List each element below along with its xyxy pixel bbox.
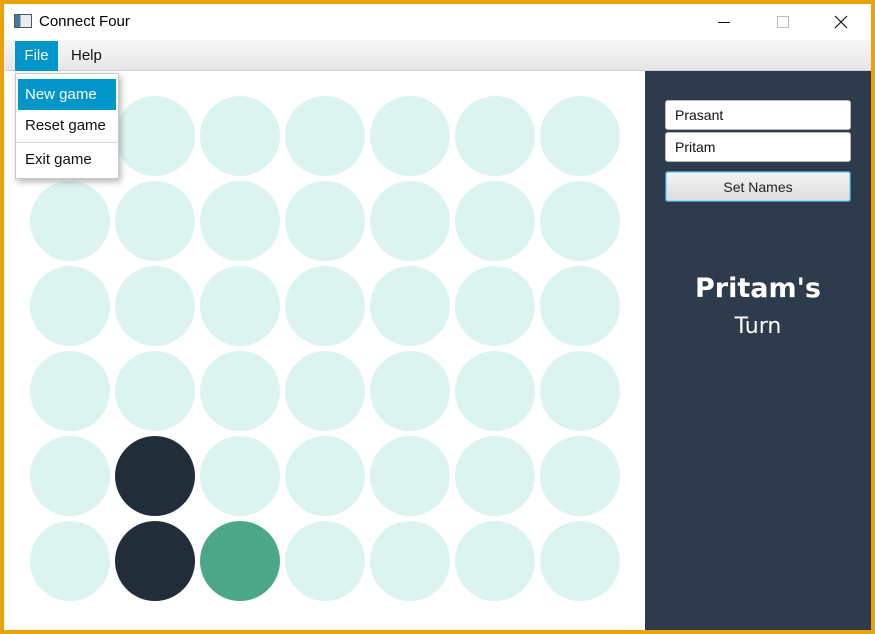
board-slot[interactable] [370, 266, 450, 346]
board-slot[interactable] [200, 96, 280, 176]
board-slot[interactable] [370, 351, 450, 431]
board-slot[interactable] [30, 436, 110, 516]
menu-help[interactable]: Help [61, 41, 112, 71]
board-slot[interactable] [370, 521, 450, 601]
menu-separator [16, 142, 118, 143]
board-slot[interactable] [285, 181, 365, 261]
disc-player1[interactable] [115, 436, 195, 516]
maximize-button[interactable] [754, 4, 812, 40]
board-slot[interactable] [30, 266, 110, 346]
board-slot[interactable] [115, 181, 195, 261]
board-slot[interactable] [370, 181, 450, 261]
board-slot[interactable] [285, 96, 365, 176]
minimize-button[interactable] [695, 4, 753, 40]
board-slot[interactable] [540, 181, 620, 261]
close-icon [834, 15, 848, 29]
close-button[interactable] [812, 4, 870, 40]
title-bar: Connect Four [4, 4, 871, 40]
board-slot[interactable] [370, 96, 450, 176]
board-slot[interactable] [540, 266, 620, 346]
board-slot[interactable] [285, 521, 365, 601]
board-slot[interactable] [370, 436, 450, 516]
window-title: Connect Four [39, 13, 130, 30]
board-slot[interactable] [115, 96, 195, 176]
board-slot[interactable] [285, 436, 365, 516]
maximize-icon [777, 16, 789, 28]
menu-item-exit-game[interactable]: Exit game [18, 144, 116, 175]
board-slot[interactable] [455, 521, 535, 601]
set-names-button[interactable]: Set Names [665, 171, 851, 202]
side-panel: Set Names Pritam's Turn [645, 71, 871, 630]
turn-label: Turn [734, 314, 782, 339]
board-slot[interactable] [200, 181, 280, 261]
board-slot[interactable] [455, 351, 535, 431]
board-slot[interactable] [455, 436, 535, 516]
board-slot[interactable] [115, 266, 195, 346]
board-slot[interactable] [540, 436, 620, 516]
app-window: Connect Four File Help Set Names Pritam'… [4, 4, 871, 630]
app-icon [14, 14, 32, 28]
board-slot[interactable] [200, 436, 280, 516]
board-slot[interactable] [455, 266, 535, 346]
board-slot[interactable] [285, 266, 365, 346]
menu-file[interactable]: File [15, 41, 58, 71]
player-two-name-input[interactable] [665, 132, 851, 162]
board-slot[interactable] [30, 181, 110, 261]
board-slot[interactable] [115, 351, 195, 431]
minimize-icon [718, 21, 730, 23]
board-slot[interactable] [455, 96, 535, 176]
board-slot[interactable] [200, 266, 280, 346]
menu-item-new-game[interactable]: New game [18, 79, 116, 110]
board-slot[interactable] [540, 351, 620, 431]
menu-bar: File Help [4, 40, 871, 71]
file-menu-dropdown: New game Reset game Exit game [15, 73, 119, 179]
board-slot[interactable] [540, 521, 620, 601]
disc-player2[interactable] [200, 521, 280, 601]
board-slot[interactable] [455, 181, 535, 261]
board-slot[interactable] [30, 521, 110, 601]
board-slot[interactable] [540, 96, 620, 176]
menu-item-reset-game[interactable]: Reset game [18, 110, 116, 141]
board-slot[interactable] [200, 351, 280, 431]
board-slot[interactable] [285, 351, 365, 431]
disc-player1[interactable] [115, 521, 195, 601]
board-slot[interactable] [30, 351, 110, 431]
current-player-name: Pritam's [695, 273, 821, 304]
player-one-name-input[interactable] [665, 100, 851, 130]
